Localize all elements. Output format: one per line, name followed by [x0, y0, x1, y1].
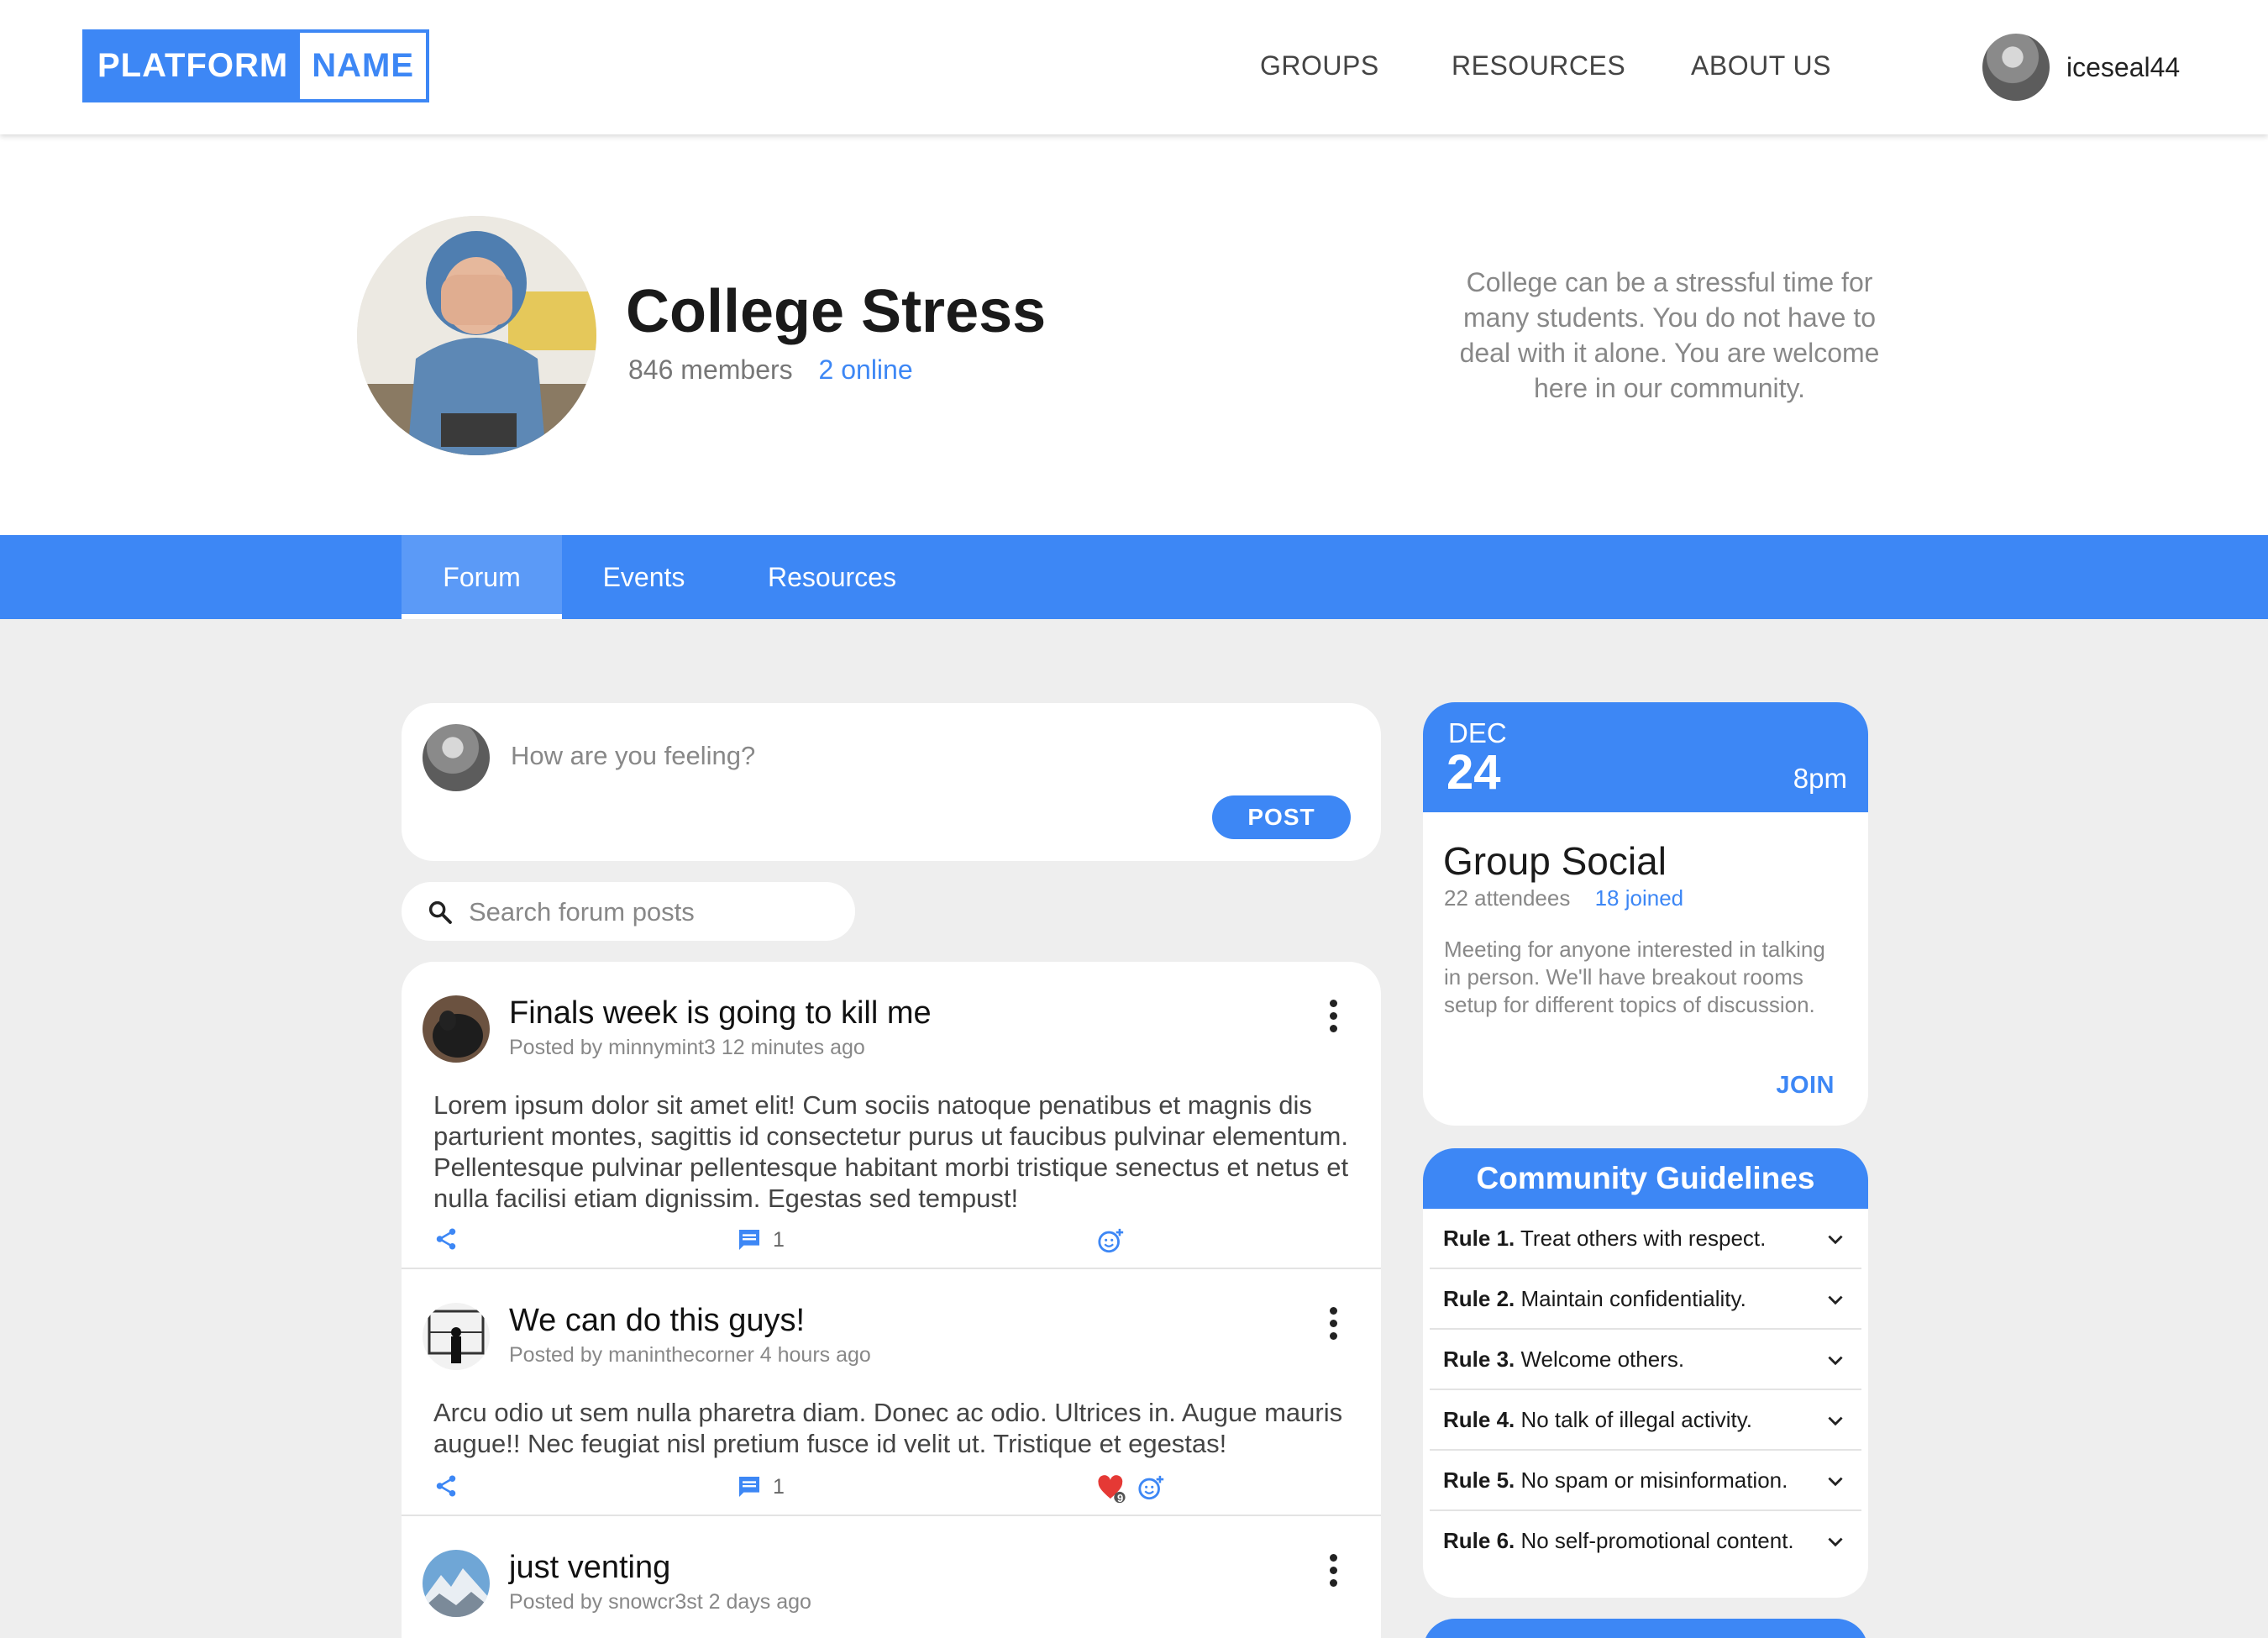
- add-reaction-icon[interactable]: [1137, 1473, 1166, 1502]
- comments-button[interactable]: 1: [736, 1473, 785, 1500]
- heart-icon: [1098, 1475, 1126, 1504]
- share-icon[interactable]: [433, 1226, 459, 1252]
- post-author-avatar[interactable]: [423, 995, 490, 1063]
- more-options-icon[interactable]: [1330, 1307, 1338, 1345]
- post-author-avatar[interactable]: [423, 1303, 490, 1370]
- event-day: 24: [1446, 745, 1501, 800]
- comment-icon: [739, 1230, 759, 1250]
- chevron-down-icon[interactable]: [1824, 1229, 1846, 1251]
- community-guidelines: Community Guidelines Rule 1. Treat other…: [1423, 1148, 1868, 1598]
- member-count: 846 members: [628, 354, 793, 385]
- event-stats: 22 attendees 18 joined: [1444, 885, 1683, 911]
- comment-count: 1: [773, 1474, 785, 1499]
- guideline-rule[interactable]: Rule 3. Welcome others.: [1430, 1330, 1861, 1390]
- composer-avatar: [423, 724, 490, 791]
- post-meta: Posted by snowcr3st 2 days ago: [509, 1590, 811, 1614]
- post-button[interactable]: POST: [1212, 795, 1351, 839]
- post-actions: 1 9: [433, 1473, 1357, 1507]
- rule-text: Welcome others.: [1515, 1347, 1685, 1372]
- comments-button[interactable]: 1: [736, 1226, 785, 1253]
- chevron-down-icon[interactable]: [1824, 1410, 1846, 1432]
- reaction-count: 9: [1117, 1492, 1124, 1504]
- chevron-down-icon[interactable]: [1824, 1471, 1846, 1493]
- composer-input[interactable]: How are you feeling?: [511, 741, 755, 771]
- tab-resources[interactable]: Resources: [750, 535, 914, 619]
- post-composer: How are you feeling? POST: [402, 703, 1381, 861]
- rule-text: Treat others with respect.: [1515, 1226, 1767, 1251]
- online-count[interactable]: 2 online: [819, 354, 913, 385]
- more-options-icon[interactable]: [1330, 1554, 1338, 1592]
- post-actions: 1: [433, 1226, 1357, 1260]
- rule-label: Rule 5.: [1443, 1467, 1515, 1493]
- rule-text: No spam or misinformation.: [1515, 1467, 1788, 1493]
- post-title[interactable]: We can do this guys!: [509, 1303, 805, 1339]
- event-time: 8pm: [1793, 763, 1847, 794]
- post-body: Arcu odio ut sem nulla pharetra diam. Do…: [433, 1398, 1343, 1458]
- post-meta: Posted by maninthecorner 4 hours ago: [509, 1343, 871, 1367]
- group-header: College Stress 846 members 2 online Coll…: [0, 134, 2268, 535]
- rule-label: Rule 6.: [1443, 1528, 1515, 1553]
- nav-resources-link[interactable]: RESOURCES: [1452, 50, 1625, 81]
- guideline-rule[interactable]: Rule 5. No spam or misinformation.: [1430, 1451, 1861, 1511]
- post-title[interactable]: Finals week is going to kill me: [509, 995, 932, 1032]
- join-event-button[interactable]: JOIN: [1776, 1072, 1835, 1100]
- event-title[interactable]: Group Social: [1443, 838, 1667, 884]
- group-photo: [357, 216, 596, 455]
- group-description: College can be a stressful time for many…: [1459, 267, 1880, 403]
- tab-events[interactable]: Events: [571, 535, 717, 619]
- rule-text: No talk of illegal activity.: [1515, 1407, 1752, 1432]
- group-title: College Stress: [626, 278, 1047, 345]
- logo-part-1: PLATFORM: [86, 33, 301, 99]
- nav-about-link[interactable]: ABOUT US: [1691, 50, 1831, 81]
- attendee-count: 22 attendees: [1444, 885, 1571, 911]
- event-date-header: DEC 24 8pm: [1423, 702, 1868, 812]
- nav-groups-link[interactable]: GROUPS: [1260, 50, 1379, 81]
- post-title[interactable]: just venting: [509, 1550, 670, 1586]
- guidelines-title: Community Guidelines: [1423, 1148, 1868, 1209]
- next-sidebar-card: [1423, 1619, 1868, 1638]
- more-options-icon[interactable]: [1330, 1000, 1338, 1037]
- heart-reaction[interactable]: 9: [1097, 1473, 1129, 1505]
- search-icon: [428, 900, 452, 924]
- group-tabbar: Forum Events Resources: [0, 535, 2268, 619]
- forum-post[interactable]: just venting Posted by snowcr3st 2 days …: [402, 1516, 1381, 1638]
- event-description: Meeting for anyone interested in talking…: [1444, 937, 1825, 1017]
- rule-text: No self-promotional content.: [1515, 1528, 1794, 1553]
- rule-label: Rule 2.: [1443, 1286, 1515, 1311]
- rule-text: Maintain confidentiality.: [1515, 1286, 1746, 1311]
- logo-part-2: NAME: [300, 33, 426, 99]
- guideline-rule[interactable]: Rule 1. Treat others with respect.: [1430, 1209, 1861, 1269]
- forum-search[interactable]: Search forum posts: [402, 882, 855, 941]
- user-menu[interactable]: iceseal44: [1982, 34, 2180, 101]
- user-avatar[interactable]: [1982, 34, 2050, 101]
- guideline-rule[interactable]: Rule 2. Maintain confidentiality.: [1430, 1269, 1861, 1330]
- search-input[interactable]: Search forum posts: [469, 897, 695, 927]
- platform-logo[interactable]: PLATFORM NAME: [82, 29, 429, 102]
- add-reaction-icon[interactable]: [1097, 1226, 1126, 1255]
- event-card: DEC 24 8pm Group Social 22 attendees 18 …: [1423, 702, 1868, 1126]
- group-stats: 846 members 2 online: [628, 354, 913, 386]
- post-body: Lorem ipsum dolor sit amet elit! Cum soc…: [433, 1090, 1349, 1213]
- chevron-down-icon[interactable]: [1824, 1289, 1846, 1311]
- comment-icon: [739, 1477, 759, 1497]
- tab-forum[interactable]: Forum: [402, 535, 562, 619]
- forum-post[interactable]: Finals week is going to kill me Posted b…: [402, 962, 1381, 1269]
- forum-post[interactable]: We can do this guys! Posted by maninthec…: [402, 1269, 1381, 1516]
- guideline-rule[interactable]: Rule 6. No self-promotional content.: [1430, 1511, 1861, 1572]
- chevron-down-icon[interactable]: [1824, 1531, 1846, 1553]
- post-author-avatar[interactable]: [423, 1550, 490, 1617]
- top-navbar: PLATFORM NAME GROUPS RESOURCES ABOUT US …: [0, 0, 2268, 134]
- guideline-rule[interactable]: Rule 4. No talk of illegal activity.: [1430, 1390, 1861, 1451]
- rule-label: Rule 3.: [1443, 1347, 1515, 1372]
- share-icon[interactable]: [433, 1473, 459, 1499]
- joined-count[interactable]: 18 joined: [1595, 885, 1684, 911]
- rule-label: Rule 4.: [1443, 1407, 1515, 1432]
- comment-count: 1: [773, 1227, 785, 1252]
- post-meta: Posted by minnymint3 12 minutes ago: [509, 1036, 865, 1059]
- username: iceseal44: [2066, 51, 2181, 82]
- forum-feed: Finals week is going to kill me Posted b…: [402, 962, 1381, 1638]
- chevron-down-icon[interactable]: [1824, 1350, 1846, 1372]
- rule-label: Rule 1.: [1443, 1226, 1515, 1251]
